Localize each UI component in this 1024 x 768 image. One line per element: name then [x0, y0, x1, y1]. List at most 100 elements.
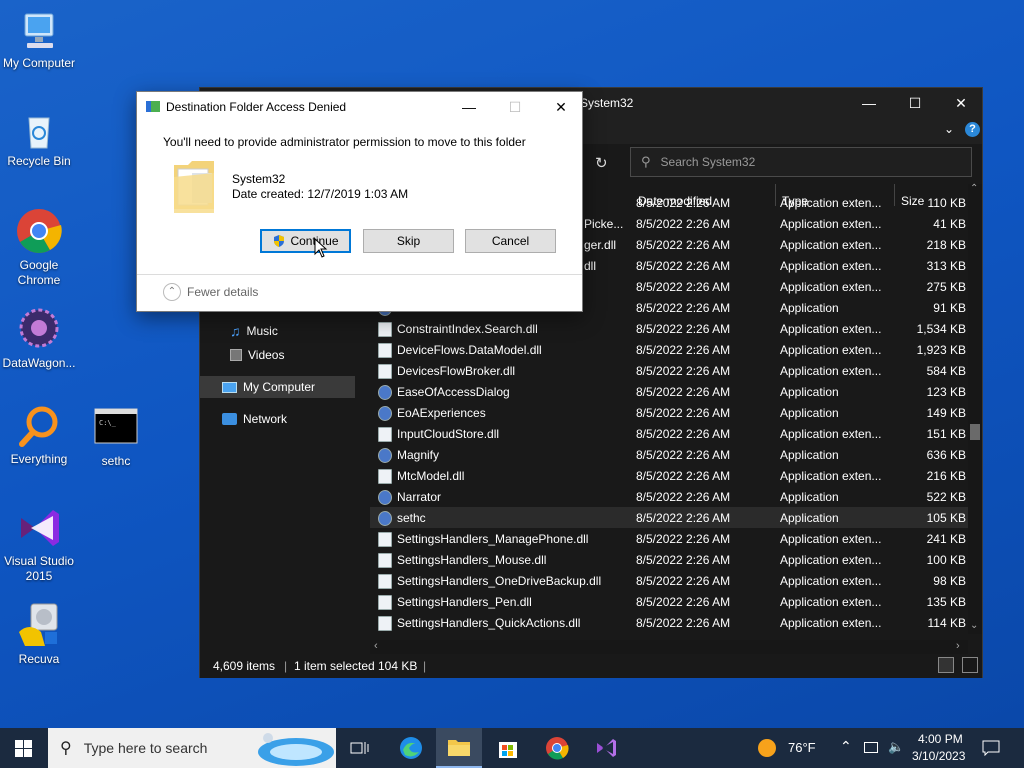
search-icon: ⚲: [60, 740, 72, 757]
table-row[interactable]: ConstraintIndex.Search.dll 8/5/2022 2:26 …: [370, 318, 970, 339]
task-view-button[interactable]: [337, 728, 383, 768]
dll-file-icon: [378, 616, 392, 631]
recuva-icon: [19, 603, 58, 646]
desktop-icon-recuva[interactable]: Recuva: [0, 602, 78, 667]
taskbar-store[interactable]: [485, 728, 531, 768]
table-row[interactable]: DevicesFlowBroker.dll 8/5/2022 2:26 AM App…: [370, 360, 970, 381]
details-view-icon[interactable]: [938, 657, 954, 673]
ribbon-expand-icon[interactable]: ⌄: [944, 122, 954, 136]
desktop-icon-my-computer[interactable]: My Computer: [0, 10, 78, 71]
dll-file-icon: [378, 364, 392, 379]
desktop-icon-google-chrome[interactable]: Google Chrome: [0, 206, 78, 288]
desktop-icon-visual-studio[interactable]: Visual Studio 2015: [0, 504, 78, 584]
desktop-icon-datawagon[interactable]: DataWagon...: [0, 306, 78, 371]
nav-label: My Computer: [243, 380, 316, 394]
taskbar-file-explorer[interactable]: [436, 728, 482, 768]
file-size: 41 KB: [933, 217, 966, 231]
scroll-down-icon[interactable]: ⌄: [970, 620, 978, 631]
dll-file-icon: [378, 553, 392, 568]
edge-icon: [400, 737, 422, 759]
taskbar-chrome[interactable]: [534, 728, 580, 768]
table-row[interactable]: SettingsHandlers_Mouse.dll 8/5/2022 2:26 …: [370, 549, 970, 570]
vertical-scrollbar[interactable]: ⌃ ⌄: [968, 183, 982, 634]
sort-up-icon: ⌃: [698, 184, 706, 190]
desktop-icon-label: Visual Studio 2015: [4, 554, 74, 583]
folder-name: System32: [232, 172, 286, 186]
file-date: 8/5/2022 2:26 AM: [636, 595, 731, 609]
table-row[interactable]: DeviceFlows.DataModel.dll 8/5/2022 2:26 A…: [370, 339, 970, 360]
file-type: Application exten...: [780, 469, 882, 483]
application-icon: [378, 385, 392, 400]
search-input[interactable]: ⚲ Search System32: [630, 147, 972, 177]
table-row[interactable]: EaseOfAccessDialog 8/5/2022 2:26 AM Applic…: [370, 381, 970, 402]
desktop-icon-everything[interactable]: Everything: [0, 404, 78, 467]
close-button[interactable]: ✕: [938, 88, 984, 118]
nav-item-videos[interactable]: Videos: [230, 344, 284, 366]
scroll-right-icon[interactable]: ›: [956, 640, 960, 652]
refresh-icon[interactable]: ↻: [595, 154, 608, 172]
start-button[interactable]: [0, 728, 46, 768]
file-name: ger.dll: [584, 238, 617, 252]
nav-item-my-computer[interactable]: My Computer: [200, 376, 355, 398]
scroll-left-icon[interactable]: ‹: [374, 640, 378, 652]
taskbar-visual-studio[interactable]: [583, 728, 629, 768]
chrome-icon: [17, 209, 62, 253]
table-row[interactable]: InputCloudStore.dll 8/5/2022 2:26 AM Appli…: [370, 423, 970, 444]
file-name: SettingsHandlers_Pen.dll: [397, 595, 532, 609]
nav-item-music[interactable]: ♫ Music: [230, 320, 278, 342]
search-highlight-image: [258, 733, 334, 766]
file-date: 8/5/2022 2:26 AM: [636, 343, 731, 357]
file-name: dll: [584, 259, 597, 273]
maximize-button[interactable]: ☐: [892, 88, 938, 118]
table-row[interactable]: Magnify 8/5/2022 2:26 AM Application 636 KB: [370, 444, 970, 465]
taskbar-edge[interactable]: [388, 728, 434, 768]
file-name: DeviceFlows.DataModel.dll: [397, 343, 542, 357]
network-tray-icon[interactable]: [864, 742, 878, 753]
item-count: 4,609 items: [213, 659, 276, 673]
dialog-title: Destination Folder Access Denied: [166, 100, 347, 114]
scroll-up-icon[interactable]: ⌃: [970, 183, 978, 194]
volume-icon[interactable]: 🔈: [888, 739, 904, 755]
table-row[interactable]: SettingsHandlers_OneDriveBackup.dll 8/5/2…: [370, 570, 970, 591]
clock-time[interactable]: 4:00 PM: [918, 732, 963, 746]
desktop-icon-label: DataWagon...: [2, 356, 76, 370]
file-date: 8/5/2022 2:26 AM: [636, 322, 731, 336]
horizontal-scrollbar[interactable]: ‹ ›: [370, 640, 968, 654]
minimize-button[interactable]: —: [846, 88, 892, 118]
table-row[interactable]: SettingsHandlers_QuickActions.dll 8/5/202…: [370, 612, 970, 633]
table-row[interactable]: MtcModel.dll 8/5/2022 2:26 AM Application …: [370, 465, 970, 486]
continue-button[interactable]: Continue: [260, 229, 351, 253]
skip-button[interactable]: Skip: [363, 229, 454, 253]
large-icons-view-icon[interactable]: [962, 657, 978, 673]
dialog-minimize-button[interactable]: —: [446, 92, 492, 122]
table-row[interactable]: SettingsHandlers_ManagePhone.dll 8/5/2022…: [370, 528, 970, 549]
folder-icon: [174, 161, 214, 213]
table-row[interactable]: Narrator 8/5/2022 2:26 AM Application 522 K…: [370, 486, 970, 507]
table-row[interactable]: sethc 8/5/2022 2:26 AM Application 105 KB: [370, 507, 970, 528]
table-row[interactable]: EoAExperiences 8/5/2022 2:26 AM Applicatio…: [370, 402, 970, 423]
help-icon[interactable]: ?: [965, 122, 980, 137]
fewer-details-toggle[interactable]: ⌃ Fewer details: [163, 283, 258, 301]
task-view-icon: [350, 742, 369, 754]
access-denied-dialog: Destination Folder Access Denied — ☐ ✕ Y…: [136, 91, 583, 312]
dll-file-icon: [378, 343, 392, 358]
desktop-icon-sethc[interactable]: C:\_ sethc: [77, 408, 155, 469]
weather-sun-icon[interactable]: [758, 739, 776, 757]
scrollbar-thumb[interactable]: [970, 424, 980, 440]
file-date: 8/5/2022 2:26 AM: [636, 448, 731, 462]
nav-item-network[interactable]: Network: [222, 408, 287, 430]
cancel-button-label: Cancel: [491, 234, 530, 248]
cancel-button[interactable]: Cancel: [465, 229, 556, 253]
notification-icon[interactable]: [982, 740, 1000, 756]
clock-date[interactable]: 3/10/2023: [912, 749, 965, 763]
table-row[interactable]: SettingsHandlers_Pen.dll 8/5/2022 2:26 AM…: [370, 591, 970, 612]
desktop-icon-recycle-bin[interactable]: Recycle Bin: [0, 108, 78, 169]
desktop-icon-label: My Computer: [2, 56, 76, 70]
weather-temperature[interactable]: 76°F: [788, 740, 816, 755]
dialog-close-button[interactable]: ✕: [538, 92, 584, 122]
file-size: 241 KB: [926, 532, 966, 546]
video-icon: [230, 349, 242, 361]
file-date: 8/5/2022 2:26 AM: [636, 196, 731, 210]
taskbar-search-box[interactable]: ⚲ Type here to search: [48, 728, 336, 768]
chevron-up-icon[interactable]: ⌃: [840, 738, 852, 755]
